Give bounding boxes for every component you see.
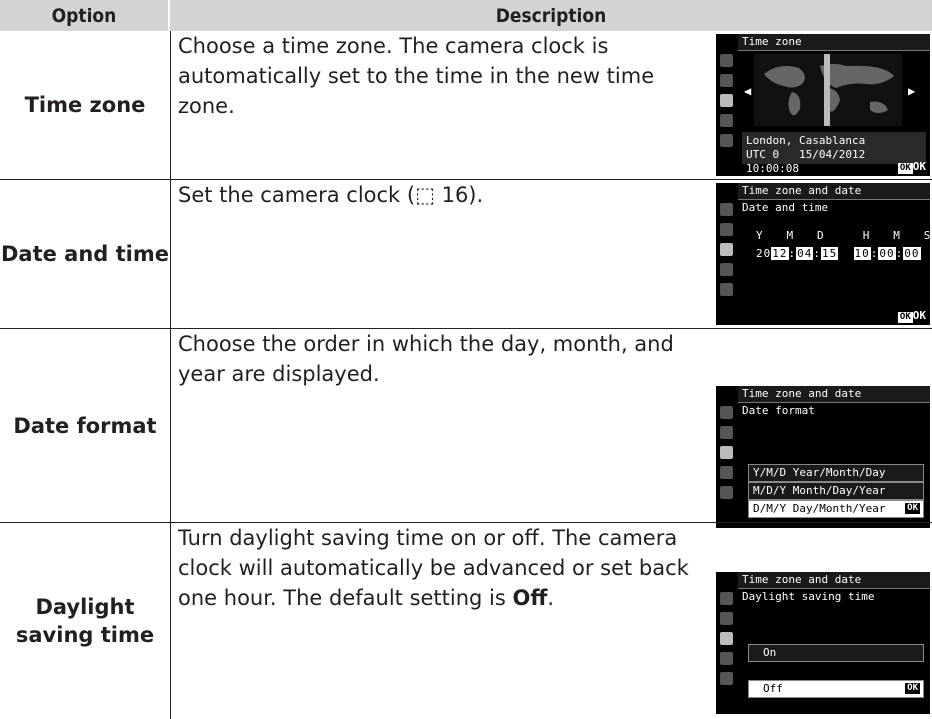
option-ymd[interactable]: Y/M/D Year/Month/Day — [748, 464, 924, 482]
option-dmy[interactable]: D/M/Y Day/Month/Year OK — [748, 500, 924, 518]
default-value: Off — [512, 586, 548, 610]
menu-tabs — [716, 386, 738, 528]
option-off[interactable]: Off OK — [748, 680, 924, 698]
screen-title: Time zone and date — [738, 183, 930, 200]
retouch-tab-icon — [720, 466, 733, 479]
shooting-tab-icon — [720, 426, 733, 439]
minute-field[interactable]: 00 — [878, 247, 896, 260]
row-date-and-time: Date and time Set the camera clock (⬚ 16… — [0, 180, 932, 328]
camera-screen-daylight-saving-time: Time zone and date Daylight saving time … — [716, 572, 930, 714]
second-field[interactable]: 00 — [903, 247, 921, 260]
description-text: Choose the order in which the day, month… — [178, 332, 674, 386]
hour-field[interactable]: 10 — [853, 247, 871, 260]
ok-indicator: OK OK — [897, 309, 926, 323]
setup-tab-icon — [720, 94, 733, 107]
playback-tab-icon — [720, 203, 733, 216]
screen-title: Time zone — [738, 34, 930, 51]
date-field-labels: Y M D H M S — [756, 229, 930, 242]
shooting-tab-icon — [720, 74, 733, 87]
retouch-tab-icon — [720, 263, 733, 276]
ok-button-icon: OK — [897, 312, 913, 323]
header-description: Description — [170, 0, 932, 31]
option-mdy[interactable]: M/D/Y Month/Day/Year — [748, 482, 924, 500]
recent-tab-icon — [720, 486, 733, 499]
screen-subtitle: Date format — [742, 404, 815, 417]
screen-title: Time zone and date — [738, 386, 930, 403]
screen-subtitle: Date and time — [742, 201, 829, 214]
row-date-format: Date format Choose the order in which th… — [0, 329, 932, 528]
menu-tabs — [716, 183, 738, 325]
menu-tabs — [716, 572, 738, 714]
recent-tab-icon — [720, 672, 733, 685]
option-on[interactable]: On — [748, 644, 924, 662]
menu-tabs — [716, 34, 738, 176]
ok-button-icon: OK — [905, 683, 920, 694]
left-arrow-icon: ◀ — [744, 84, 752, 98]
setup-tab-icon — [720, 243, 733, 256]
camera-screen-date-format: Time zone and date Date format Y/M/D Yea… — [716, 386, 930, 528]
month-field[interactable]: 04 — [796, 247, 814, 260]
description-text: Set the camera clock (⬚ 16). — [178, 183, 484, 207]
row-time-zone: Time zone Choose a time zone. The camera… — [0, 31, 932, 179]
row-daylight-saving-time: Daylight saving time Turn daylight saving… — [0, 523, 932, 719]
ok-button-icon: OK — [897, 163, 913, 174]
playback-tab-icon — [720, 592, 733, 605]
option-label: Daylight saving time — [0, 523, 171, 719]
date-time-values: 2012:04:15 10:00:00 — [756, 247, 921, 260]
screen-title: Time zone and date — [738, 572, 930, 589]
description-text: Turn daylight saving time on or off. The… — [178, 526, 689, 610]
option-label: Date and time — [0, 180, 171, 328]
recent-tab-icon — [720, 283, 733, 296]
screen-subtitle: Daylight saving time — [742, 590, 875, 603]
right-arrow-icon: ▶ — [908, 84, 916, 98]
playback-tab-icon — [720, 54, 733, 67]
retouch-tab-icon — [720, 652, 733, 665]
retouch-tab-icon — [720, 114, 733, 127]
description-text: Choose a time zone. The camera clock is … — [178, 34, 655, 118]
playback-tab-icon — [720, 406, 733, 419]
camera-screen-time-zone: Time zone ◀ ▶ London, Casablanca UTC 0 1… — [716, 34, 930, 176]
location-text: London, Casablanca — [746, 134, 866, 147]
camera-screen-date-and-time: Time zone and date Date and time Y M D H… — [716, 183, 930, 325]
ok-indicator: OK OK — [897, 160, 926, 174]
year-field[interactable]: 12 — [771, 247, 789, 260]
world-map-icon — [754, 54, 902, 126]
option-label: Time zone — [0, 31, 171, 179]
ok-button-icon: OK — [905, 503, 920, 514]
shooting-tab-icon — [720, 612, 733, 625]
option-label: Date format — [0, 329, 171, 522]
header-option: Option — [0, 0, 170, 31]
day-field[interactable]: 15 — [821, 247, 839, 260]
setup-tab-icon — [720, 446, 733, 459]
setup-tab-icon — [720, 632, 733, 645]
recent-tab-icon — [720, 134, 733, 147]
shooting-tab-icon — [720, 223, 733, 236]
utc-text: UTC 0 — [746, 148, 780, 161]
